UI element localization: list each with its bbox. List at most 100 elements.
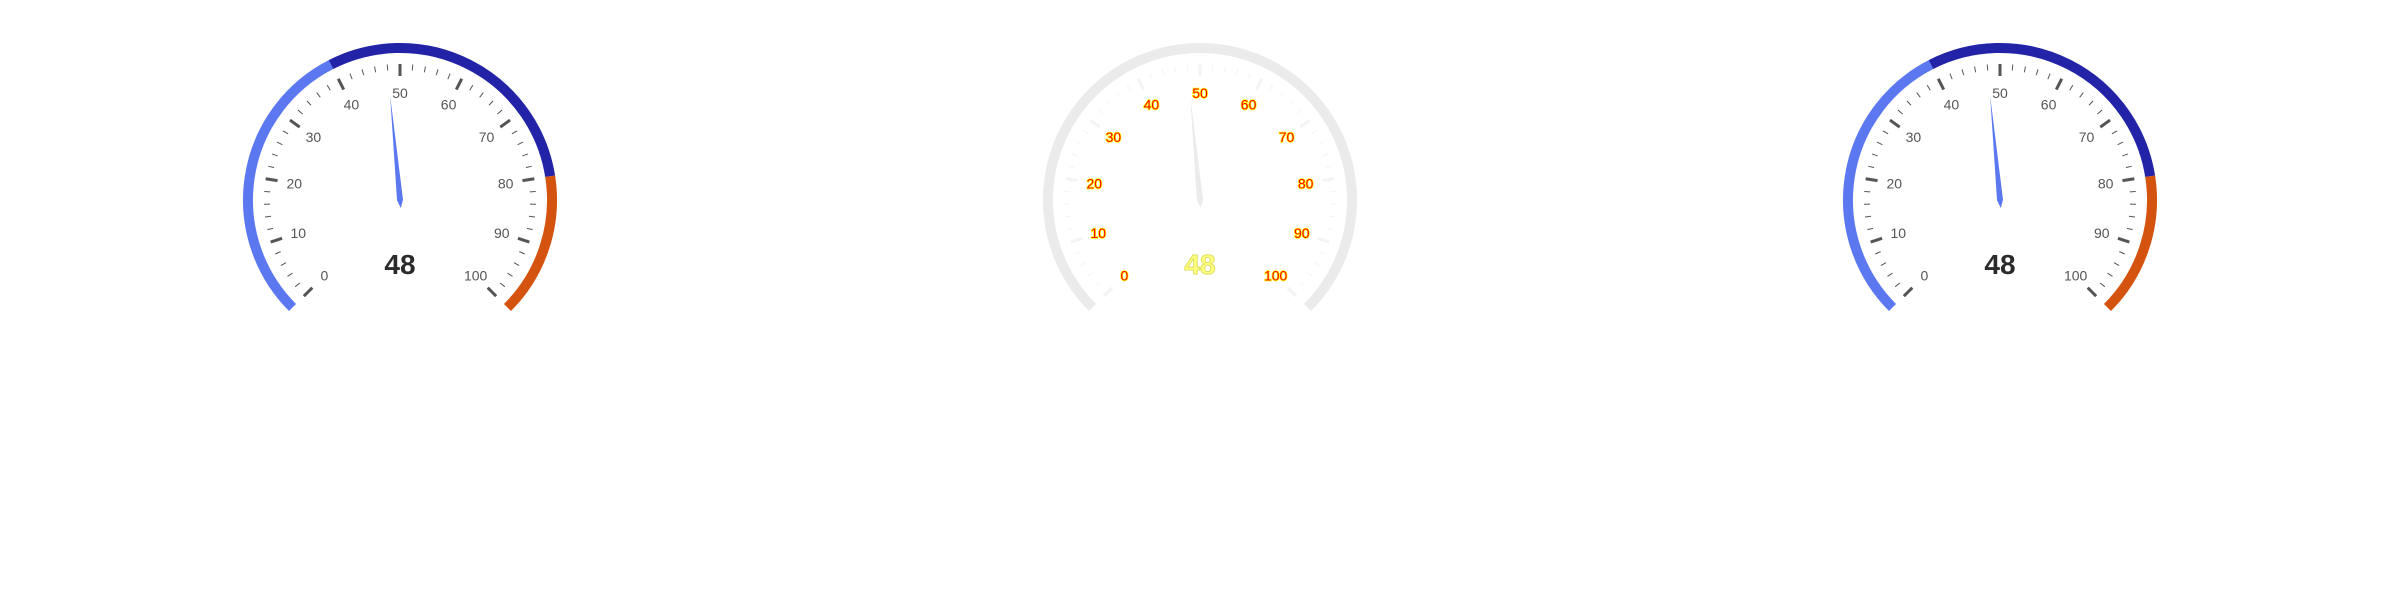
major-tick [289,118,301,129]
major-tick [270,236,283,244]
minor-tick [511,130,518,135]
tick-label: 30 [1106,129,1122,145]
minor-tick [1299,282,1306,288]
major-tick [2122,177,2135,183]
minor-tick [435,69,439,76]
minor-tick [1097,109,1103,115]
minor-tick [1865,215,1872,218]
minor-tick [282,130,289,135]
gauge-needle [1990,95,2003,208]
tick-label: 40 [1144,97,1160,113]
minor-tick [1916,92,1921,98]
minor-tick [1174,66,1177,73]
minor-tick [268,165,275,169]
tick-label: 10 [1090,225,1106,241]
minor-tick [1311,130,1318,135]
tick-label: 90 [2094,225,2110,241]
minor-tick [316,92,321,98]
minor-tick [1871,153,1878,157]
minor-tick [1161,69,1165,76]
minor-tick [1094,282,1101,288]
gauge-2: 0 10 20 30 40 50 60 70 80 90 100 48 [1043,43,1357,312]
tick-label: 50 [1192,85,1208,101]
minor-tick [1065,215,1072,218]
tick-label: 60 [2041,97,2057,113]
minor-tick [1325,165,1332,169]
minor-tick [2097,109,2103,115]
minor-tick [1223,66,1226,73]
minor-tick [513,262,520,266]
gauge-band [2103,175,2157,312]
minor-tick [280,262,287,266]
tick-label: 50 [1992,85,2008,101]
major-tick [2117,236,2130,244]
minor-tick [1149,73,1153,80]
gauge-needle [390,95,403,208]
minor-tick [274,251,281,255]
major-tick [499,118,511,129]
tick-label: 40 [344,97,360,113]
minor-tick [1328,215,1335,218]
minor-tick [1126,84,1131,91]
minor-tick [1326,227,1333,231]
minor-tick [1076,141,1083,146]
major-tick [265,177,278,183]
tick-label: 80 [498,175,514,191]
minor-tick [2128,215,2135,218]
major-tick [2086,286,2098,298]
major-tick [1317,236,1330,244]
minor-tick [1082,130,1089,135]
minor-tick [1235,69,1239,76]
minor-tick [1087,272,1093,277]
gauge-3: 0 10 20 30 40 50 60 70 80 90 100 48 [1843,43,2157,312]
minor-tick [447,73,451,80]
minor-tick [1068,165,1075,169]
tick-label: 10 [290,225,306,241]
minor-tick [522,153,529,157]
minor-tick [411,64,414,71]
minor-tick [297,109,303,115]
major-tick [522,177,535,183]
minor-tick [349,73,353,80]
minor-tick [1322,153,1329,157]
minor-tick [2088,100,2094,106]
gauge-band [503,175,557,312]
minor-tick [1894,282,1901,288]
minor-tick [1949,73,1953,80]
minor-tick [1116,92,1121,98]
minor-tick [1269,84,1274,91]
minor-tick [2117,141,2124,146]
minor-tick [1317,141,1324,146]
major-tick [1889,118,1901,129]
gauge-value: 48 [384,249,415,280]
minor-tick [267,227,274,231]
tick-label: 30 [1906,129,1922,145]
tick-label: 100 [1264,268,1288,284]
minor-tick [386,64,389,71]
minor-tick [1074,251,1081,255]
minor-tick [1926,84,1931,91]
tick-label: 30 [306,129,322,145]
major-tick [1299,118,1311,129]
gauge-value: 48 [1184,249,1215,280]
minor-tick [1071,153,1078,157]
minor-tick [1906,100,1912,106]
tick-label: 80 [2098,175,2114,191]
major-tick [1089,118,1101,129]
minor-tick [2111,130,2118,135]
tick-label: 70 [479,129,495,145]
minor-tick [2069,84,2074,91]
minor-tick [1868,165,1875,169]
gauge-needle [1190,95,1203,208]
minor-tick [2023,66,2026,73]
tick-label: 90 [494,225,510,241]
minor-tick [326,84,331,91]
minor-tick [497,109,503,115]
minor-tick [1867,227,1874,231]
minor-tick [2079,92,2084,98]
tick-label: 50 [392,85,408,101]
minor-tick [528,215,535,218]
minor-tick [1986,64,1989,71]
minor-tick [526,227,533,231]
tick-label: 100 [2064,268,2088,284]
